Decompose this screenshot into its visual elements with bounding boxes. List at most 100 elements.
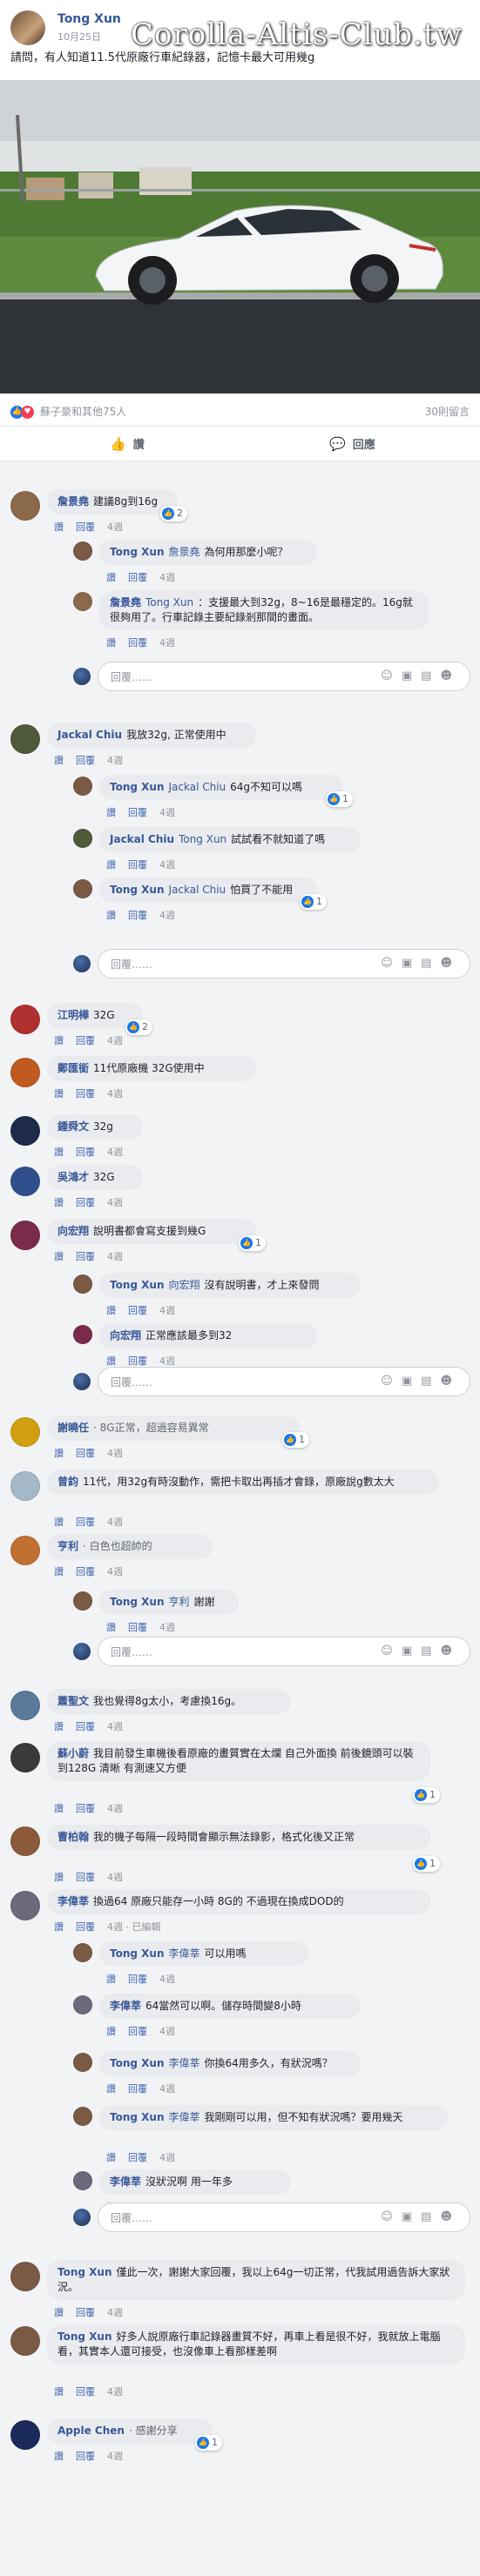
like-link[interactable]: 讚 — [54, 1035, 64, 1046]
sticker-icon[interactable]: ☻ — [440, 957, 461, 970]
like-link[interactable]: 讚 — [106, 1974, 116, 1985]
avatar[interactable] — [10, 2262, 40, 2291]
reaction-count[interactable]: 👍 1 — [195, 2435, 222, 2451]
mention-tag[interactable]: 亨利 — [168, 1596, 189, 1608]
commenter-name[interactable]: Tong Xun — [110, 884, 164, 896]
like-link[interactable]: 讚 — [54, 1448, 64, 1459]
commenter-name[interactable]: 謝曉任 — [57, 1422, 89, 1434]
like-link[interactable]: 讚 — [54, 755, 64, 766]
like-link[interactable]: 讚 — [106, 1355, 116, 1367]
commenter-name[interactable]: 詹景堯 — [57, 495, 89, 508]
comment-time[interactable]: 4週 — [159, 1622, 175, 1633]
commenter-name[interactable]: 向宏翔 — [110, 1329, 141, 1342]
mention-tag[interactable]: Tong Xun — [179, 833, 226, 845]
like-link[interactable]: 讚 — [54, 1721, 64, 1732]
comment-time[interactable]: 4週 — [107, 1448, 123, 1459]
mention-tag[interactable]: 李偉莘 — [168, 1947, 199, 1960]
avatar[interactable] — [10, 724, 40, 754]
like-link[interactable]: 讚 — [106, 859, 116, 871]
commenter-name[interactable]: Tong Xun — [57, 2266, 112, 2278]
mention-tag[interactable]: Jackal Chiu — [168, 781, 226, 793]
commenter-name[interactable]: Tong Xun — [110, 546, 164, 558]
emoji-icon[interactable]: ☺ — [381, 1375, 402, 1388]
like-link[interactable]: 讚 — [106, 1305, 116, 1316]
commenter-name[interactable]: 吳鴻才 — [57, 1171, 89, 1183]
avatar[interactable] — [10, 1417, 40, 1447]
post-author[interactable]: Tong Xun — [57, 12, 121, 26]
reply-link[interactable]: 回覆 — [128, 2083, 147, 2095]
mention-tag[interactable]: 李偉莘 — [168, 2111, 199, 2123]
camera-icon[interactable]: ▣ — [402, 2210, 421, 2223]
gif-icon[interactable]: ▤ — [421, 2210, 440, 2223]
avatar[interactable] — [73, 592, 92, 611]
sticker-icon[interactable]: ☻ — [440, 2210, 461, 2223]
comments-count[interactable]: 30則留言 — [425, 404, 470, 419]
commenter-name[interactable]: 江明樺 — [57, 1009, 89, 1021]
reaction-count[interactable]: 👍 1 — [300, 894, 327, 910]
reply-input[interactable]: 回覆…… ☺▣▤☻ — [98, 949, 470, 979]
comment-time[interactable]: 4週 — [159, 2026, 175, 2037]
like-link[interactable]: 讚 — [54, 1088, 64, 1100]
commenter-name[interactable]: Jackal Chiu — [110, 833, 174, 845]
avatar[interactable] — [10, 1826, 40, 1856]
gif-icon[interactable]: ▤ — [421, 957, 440, 970]
reply-link[interactable]: 回覆 — [128, 1355, 147, 1367]
mention-tag[interactable]: 李偉莘 — [168, 2057, 199, 2069]
reaction-count[interactable]: 👍 1 — [282, 1432, 309, 1448]
comment-time[interactable]: 4週 — [107, 521, 123, 533]
emoji-icon[interactable]: ☺ — [381, 2210, 402, 2223]
like-button[interactable]: 👍 讚 — [110, 435, 145, 452]
avatar[interactable] — [10, 1471, 40, 1501]
sticker-icon[interactable]: ☻ — [440, 1375, 461, 1388]
sticker-icon[interactable]: ☻ — [440, 1644, 461, 1658]
like-link[interactable]: 讚 — [54, 1921, 64, 1933]
mention-tag[interactable]: Jackal Chiu — [168, 884, 226, 896]
emoji-icon[interactable]: ☺ — [381, 1644, 402, 1658]
reaction-count[interactable]: 👍 1 — [326, 791, 353, 807]
avatar[interactable] — [73, 1275, 92, 1294]
avatar[interactable] — [10, 1058, 40, 1087]
avatar[interactable] — [10, 1167, 40, 1196]
comment-time[interactable]: 4週 — [107, 1921, 123, 1933]
commenter-name[interactable]: 詹景堯 — [110, 596, 141, 609]
like-link[interactable]: 讚 — [106, 1622, 116, 1633]
author-avatar[interactable] — [10, 10, 45, 45]
avatar[interactable] — [73, 2171, 92, 2190]
reply-link[interactable]: 回覆 — [76, 1872, 95, 1883]
reply-link[interactable]: 回覆 — [76, 1448, 95, 1459]
emoji-icon[interactable]: ☺ — [381, 669, 402, 683]
reply-link[interactable]: 回覆 — [76, 1035, 95, 1046]
avatar[interactable] — [10, 1691, 40, 1720]
post-photo[interactable] — [0, 80, 480, 393]
like-link[interactable]: 讚 — [106, 2026, 116, 2037]
likers-summary[interactable]: 蘇子豪和其他75人 — [40, 404, 126, 419]
like-link[interactable]: 讚 — [54, 521, 64, 533]
comment-time[interactable]: 4週 — [107, 1721, 123, 1732]
gif-icon[interactable]: ▤ — [421, 1644, 440, 1658]
like-link[interactable]: 讚 — [106, 807, 116, 818]
comment-time[interactable]: 4週 — [107, 1197, 123, 1208]
commenter-name[interactable]: 蘇小蔚 — [57, 1747, 89, 1759]
like-link[interactable]: 讚 — [54, 1147, 64, 1158]
gif-icon[interactable]: ▤ — [421, 669, 440, 683]
comment-time[interactable]: 4週 — [159, 910, 175, 921]
reply-input[interactable]: 回覆…… ☺▣▤☻ — [98, 662, 470, 691]
avatar[interactable] — [73, 829, 92, 848]
comment-time[interactable]: 4週 — [107, 1035, 123, 1046]
avatar[interactable] — [10, 1005, 40, 1034]
like-link[interactable]: 讚 — [54, 1251, 64, 1262]
post-date[interactable]: 10月25日 — [57, 30, 101, 44]
comment-button[interactable]: 💬 回應 — [329, 435, 375, 452]
commenter-name[interactable]: 向宏翔 — [57, 1225, 89, 1237]
commenter-name[interactable]: 曹柏翰 — [57, 1831, 89, 1843]
reaction-count[interactable]: 👍 1 — [413, 1787, 440, 1803]
like-link[interactable]: 讚 — [106, 572, 116, 583]
commenter-name[interactable]: Tong Xun — [110, 781, 164, 793]
avatar[interactable] — [10, 2420, 40, 2450]
mention-tag[interactable]: 詹景堯 — [168, 546, 199, 558]
camera-icon[interactable]: ▣ — [402, 1375, 421, 1388]
reply-link[interactable]: 回覆 — [128, 2152, 147, 2163]
comment-time[interactable]: 4週 — [107, 2386, 123, 2398]
commenter-name[interactable]: 蕭聖文 — [57, 1695, 89, 1707]
like-link[interactable]: 讚 — [54, 2451, 64, 2462]
